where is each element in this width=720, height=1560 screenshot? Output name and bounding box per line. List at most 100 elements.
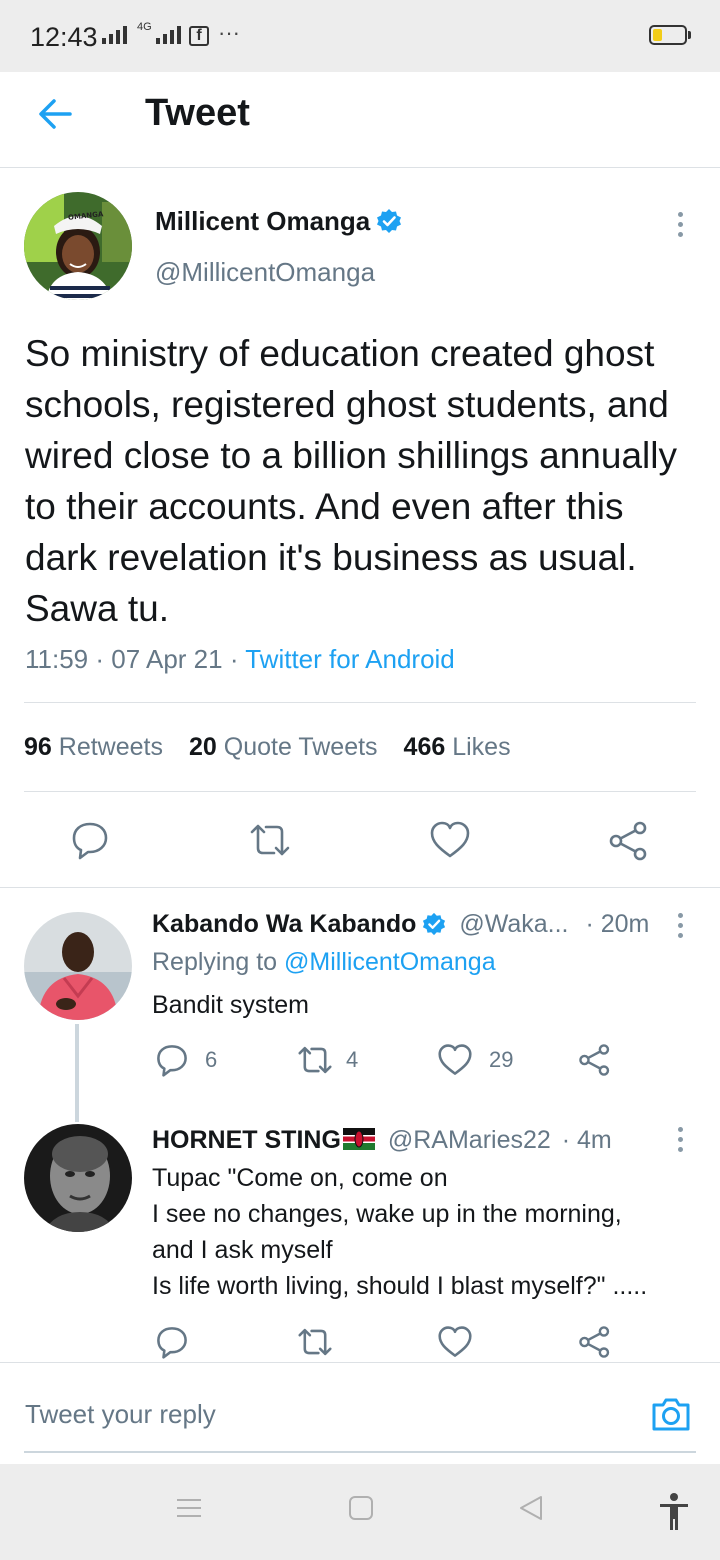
battery-level — [653, 29, 662, 41]
retweet-count: 4 — [346, 1047, 359, 1072]
retweet-icon — [298, 1328, 332, 1356]
reply-icon — [72, 822, 108, 860]
reply-text: Bandit system — [152, 991, 310, 1019]
composer-underline — [24, 1451, 696, 1453]
reply-avatar-kabando[interactable] — [24, 912, 132, 1020]
reply-icon — [157, 1045, 187, 1077]
menu-icon — [177, 1499, 201, 1517]
signal-4g-icon — [156, 26, 181, 44]
quote-tweets-stat[interactable]: 20 Quote Tweets — [189, 733, 378, 762]
reply-more-icon[interactable] — [676, 1127, 684, 1152]
retweets-label: Retweets — [58, 733, 163, 761]
tweet-source-link[interactable]: Twitter for Android — [245, 644, 455, 674]
share-button[interactable] — [608, 820, 650, 862]
reply-icon — [157, 1327, 187, 1359]
reply-button[interactable] — [70, 820, 110, 860]
like-button[interactable] — [429, 820, 471, 860]
reply-text: Tupac "Come on, come on I see no changes… — [152, 1160, 712, 1304]
author-handle[interactable]: @MillicentOmanga — [155, 257, 375, 288]
reply-time: · 20m — [585, 910, 650, 938]
retweets-stat[interactable]: 96 Retweets — [24, 733, 163, 762]
battery-icon — [649, 25, 691, 45]
quote-tweets-count: 20 — [188, 733, 217, 761]
avatar-image — [24, 912, 132, 1020]
retweet-button[interactable] — [248, 820, 292, 860]
like-icon — [438, 1044, 472, 1075]
system-nav-bar — [0, 1464, 720, 1560]
author-name: Millicent Omanga — [155, 206, 371, 236]
home-square-icon — [349, 1496, 373, 1520]
reply-retweet-button[interactable] — [296, 1325, 334, 1359]
reply-share-button[interactable] — [578, 1325, 612, 1359]
tweet-reply-input[interactable]: Tweet your reply — [25, 1399, 216, 1430]
replying-to-prefix: Replying to — [152, 948, 278, 976]
reply-retweet-button[interactable]: 4 — [296, 1043, 358, 1077]
divider — [24, 702, 696, 703]
like-icon — [430, 821, 470, 858]
tweet-date: 07 Apr 21 — [111, 644, 223, 674]
reply-more-icon[interactable] — [676, 913, 684, 938]
accessibility-icon — [660, 1493, 688, 1530]
reply-avatar-hornet[interactable] — [24, 1124, 132, 1232]
reply-author-handle[interactable]: @RAMaries22 — [388, 1126, 551, 1154]
network-type-label: 4G — [137, 21, 152, 33]
reply-share-button[interactable] — [578, 1043, 612, 1077]
camera-icon — [652, 1398, 690, 1431]
reply-time: · 4m — [561, 1126, 612, 1154]
reply-reply-button[interactable] — [155, 1325, 189, 1359]
quote-tweets-label: Quote Tweets — [223, 733, 378, 761]
reply-text-line: and I ask myself — [152, 1236, 333, 1264]
reply-count: 6 — [205, 1047, 218, 1072]
reply-composer: Tweet your reply — [0, 1362, 720, 1464]
likes-label: Likes — [452, 733, 511, 761]
facebook-icon: f — [189, 26, 209, 46]
menu-button[interactable] — [175, 1494, 203, 1527]
system-back-button[interactable] — [517, 1494, 545, 1527]
divider — [24, 791, 696, 792]
retweets-count: 96 — [24, 733, 52, 761]
reply-text-line: Tupac "Come on, come on — [152, 1164, 448, 1192]
author-name-row[interactable]: Millicent Omanga — [155, 206, 402, 237]
accessibility-button[interactable] — [658, 1492, 690, 1537]
share-icon — [579, 1326, 610, 1358]
reply-author-name[interactable]: Kabando Wa Kabando — [152, 910, 416, 938]
reply-reply-button[interactable]: 6 — [155, 1043, 217, 1077]
likes-count: 466 — [403, 733, 446, 761]
back-triangle-icon — [520, 1496, 542, 1520]
divider — [0, 887, 720, 888]
replying-to: Replying to @MillicentOmanga — [152, 948, 496, 977]
like-count: 29 — [489, 1047, 514, 1072]
verified-badge-icon — [423, 912, 446, 936]
signal-icon — [102, 26, 127, 44]
replying-to-handle[interactable]: @MillicentOmanga — [284, 948, 496, 976]
camera-button[interactable] — [650, 1393, 692, 1435]
like-icon — [438, 1326, 472, 1357]
thread-connector — [75, 1024, 79, 1122]
author-avatar[interactable]: OMANGA — [24, 192, 132, 300]
reply-like-button[interactable]: 29 — [437, 1043, 513, 1077]
reply-like-button[interactable] — [437, 1325, 473, 1359]
reply-author-name[interactable]: HORNET STING — [152, 1126, 341, 1154]
reply-text-line: I see no changes, wake up in the morning… — [152, 1200, 622, 1228]
status-time: 12:43 — [30, 22, 98, 52]
tweet-more-icon[interactable] — [676, 212, 684, 237]
reply-text-line: Is life worth living, should I blast mys… — [152, 1272, 648, 1300]
page-title: Tweet — [145, 92, 250, 134]
likes-stat[interactable]: 466 Likes — [404, 733, 511, 762]
more-notifications-icon: ··· — [218, 20, 240, 45]
reply-author-handle[interactable]: @Waka... — [459, 910, 568, 938]
status-bar: 12:43 4G f ··· — [0, 0, 720, 72]
reply-header: Kabando Wa Kabando @Waka... · 20m — [152, 910, 649, 939]
arrow-left-icon — [39, 99, 72, 129]
home-button[interactable] — [347, 1494, 375, 1527]
tweet-text: So ministry of education created ghost s… — [25, 333, 677, 629]
reply-header: HORNET STING @RAMaries22 · 4m — [152, 1126, 612, 1155]
tweet-meta: 11:59 · 07 Apr 21 · Twitter for Android — [25, 644, 455, 674]
retweet-icon — [298, 1046, 332, 1074]
back-button[interactable] — [34, 92, 78, 136]
app-header: Tweet — [0, 72, 720, 168]
verified-badge-icon — [377, 209, 402, 233]
kenya-flag — [342, 1128, 375, 1150]
share-icon — [579, 1044, 610, 1076]
tweet-time: 11:59 — [25, 644, 89, 674]
